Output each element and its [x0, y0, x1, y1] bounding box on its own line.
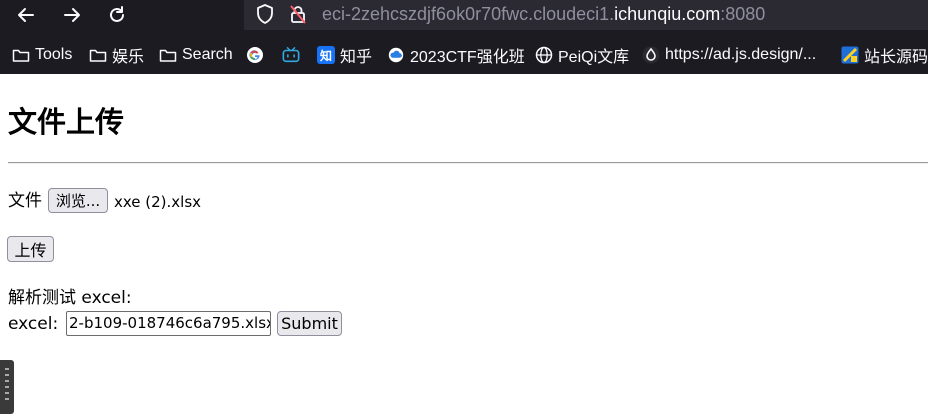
browser-toolbar: eci-2zehcszdjf6ok0r70fwc.cloudeci1.ichun… [0, 0, 928, 74]
globe-icon [535, 46, 553, 64]
insecure-lock-icon[interactable] [287, 3, 309, 25]
folder-icon [12, 46, 30, 64]
cloud-icon [387, 46, 405, 64]
site-icon [841, 46, 859, 64]
folder-icon [89, 46, 107, 64]
bookmark-peiqi[interactable]: PeiQi文库 [535, 44, 629, 66]
droplet-icon [642, 46, 660, 64]
bilibili-icon [282, 46, 300, 64]
arrow-left-icon [18, 8, 34, 22]
bookmark-tools[interactable]: Tools [12, 44, 72, 66]
bookmark-search[interactable]: Search [159, 44, 233, 66]
excel-filename-input[interactable]: 2-b109-018746c6a795.xlsx [66, 311, 271, 336]
bookmark-zhihu[interactable]: 知 知乎 [317, 44, 372, 66]
folder-icon [159, 46, 177, 64]
reload-button[interactable] [105, 3, 129, 27]
reload-icon [110, 6, 124, 22]
divider [8, 162, 928, 164]
url-host: ichunqiu.com [614, 4, 721, 24]
zhihu-icon: 知 [317, 46, 335, 64]
back-button[interactable] [14, 3, 38, 27]
url-prefix: eci-2zehcszdjf6ok0r70fwc.cloudeci1. [322, 4, 615, 24]
parse-heading: 解析测试 excel: [8, 288, 132, 308]
bookmark-zhanzhang[interactable]: 站长源码 [841, 44, 928, 66]
bookmark-bilibili[interactable] [282, 44, 305, 66]
browse-button[interactable]: 浏览... [48, 188, 108, 213]
selected-file-name: xxe (2).xlsx [114, 193, 202, 211]
forward-button[interactable] [60, 3, 84, 27]
bookmark-ctf[interactable]: 2023CTF强化班 [387, 44, 525, 66]
file-label: 文件 [8, 191, 42, 211]
bookmark-google[interactable] [246, 44, 269, 66]
side-panel-handle[interactable] [0, 360, 14, 414]
page-title: 文件上传 [8, 105, 125, 139]
upload-button[interactable]: 上传 [7, 236, 54, 262]
google-icon [246, 46, 264, 64]
excel-label: excel: [8, 314, 59, 334]
submit-button[interactable]: Submit [277, 311, 342, 336]
page-content: 文件上传 文件 浏览... xxe (2).xlsx 上传 解析测试 excel… [0, 74, 928, 414]
bookmark-jsdesign[interactable]: https://ad.js.design/... [642, 44, 816, 66]
shield-icon[interactable] [254, 3, 276, 25]
url-text[interactable]: eci-2zehcszdjf6ok0r70fwc.cloudeci1.ichun… [322, 3, 765, 25]
arrow-right-icon [64, 8, 80, 22]
bookmark-entertainment[interactable]: 娱乐 [89, 44, 144, 66]
url-port: :8080 [720, 4, 766, 24]
